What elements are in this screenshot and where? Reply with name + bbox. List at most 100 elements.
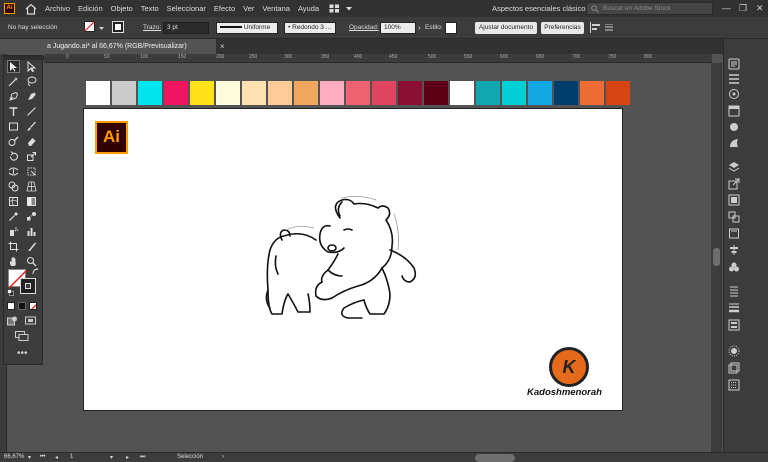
color-swatch[interactable] bbox=[86, 81, 110, 105]
width-tool[interactable] bbox=[8, 166, 19, 177]
color-swatch[interactable] bbox=[554, 81, 578, 105]
image-trace-icon[interactable] bbox=[728, 362, 740, 374]
appearance-icon[interactable] bbox=[728, 285, 740, 297]
pen-tool[interactable] bbox=[8, 91, 19, 102]
zoom-dropdown-icon[interactable]: ▾ bbox=[28, 454, 31, 461]
horizontal-scroll-thumb[interactable] bbox=[475, 454, 515, 462]
menu-seleccionar[interactable]: Seleccionar bbox=[167, 4, 206, 13]
export-icon[interactable] bbox=[728, 178, 740, 190]
zoom-level[interactable]: 66,67% bbox=[4, 454, 24, 460]
align-panel-icon[interactable] bbox=[728, 244, 740, 256]
color-swatch[interactable] bbox=[398, 81, 422, 105]
screen-mode-icon[interactable] bbox=[25, 316, 38, 326]
menu-efecto[interactable]: Efecto bbox=[214, 4, 235, 13]
align-icon[interactable] bbox=[590, 22, 602, 33]
edit-toolbar-icon[interactable]: ••• bbox=[17, 348, 28, 359]
menu-ventana[interactable]: Ventana bbox=[262, 4, 290, 13]
color-swatch[interactable] bbox=[580, 81, 604, 105]
preferences-button[interactable]: Preferencias bbox=[541, 22, 584, 34]
lasso-tool[interactable] bbox=[26, 76, 37, 87]
free-transform-tool[interactable] bbox=[26, 166, 37, 177]
vertical-scroll-thumb[interactable] bbox=[713, 248, 720, 266]
color-swatch[interactable] bbox=[138, 81, 162, 105]
color-swatch[interactable] bbox=[268, 81, 292, 105]
menu-ver[interactable]: Ver bbox=[243, 4, 254, 13]
color-swatch[interactable] bbox=[424, 81, 448, 105]
minimize-button[interactable]: — bbox=[722, 3, 731, 13]
workspace-switcher[interactable]: Aspectos esenciales clásicos ▾ bbox=[492, 2, 592, 26]
color-swatch[interactable] bbox=[294, 81, 318, 105]
arrange-documents-icon[interactable] bbox=[329, 4, 340, 13]
vertical-scrollbar[interactable] bbox=[711, 63, 722, 452]
stroke-label[interactable]: Trazo: bbox=[143, 22, 161, 34]
status-menu-icon[interactable]: › bbox=[222, 454, 224, 460]
column-graph-tool[interactable] bbox=[26, 226, 37, 237]
horizontal-ruler[interactable]: 0 50 100 150 200 250 300 350 400 450 500… bbox=[44, 54, 712, 63]
color-swatch[interactable] bbox=[476, 81, 500, 105]
graphic-style-swatch[interactable] bbox=[445, 22, 457, 34]
color-guide-icon[interactable] bbox=[728, 73, 740, 85]
curvature-tool[interactable] bbox=[26, 91, 37, 102]
close-window-button[interactable]: ✕ bbox=[756, 3, 764, 14]
artboards-icon[interactable] bbox=[728, 227, 740, 239]
opacity-label[interactable]: Opacidad: bbox=[349, 22, 379, 34]
fill-none-swatch[interactable] bbox=[84, 21, 98, 34]
document-setup-button[interactable]: Ajustar documento bbox=[475, 22, 537, 34]
graphic-styles-icon[interactable] bbox=[728, 261, 740, 273]
toolbar-grip[interactable] bbox=[4, 56, 44, 60]
none-mode-icon[interactable] bbox=[29, 302, 37, 310]
document-info-icon[interactable] bbox=[728, 319, 740, 331]
panel-menu-icon[interactable] bbox=[605, 24, 613, 31]
layers-icon[interactable] bbox=[728, 161, 740, 173]
mesh-tool[interactable] bbox=[8, 196, 19, 207]
color-swatch[interactable] bbox=[528, 81, 552, 105]
stock-search-input[interactable]: Buscar en Adobe Stock bbox=[586, 2, 713, 15]
color-swatch[interactable] bbox=[346, 81, 370, 105]
artboard-dropdown-icon[interactable]: ▾ bbox=[110, 454, 113, 461]
opacity-arrow-icon[interactable]: › bbox=[418, 22, 421, 34]
direct-selection-tool[interactable] bbox=[26, 61, 37, 73]
color-swatch[interactable] bbox=[450, 81, 474, 105]
last-artboard-button[interactable]: ⏭ bbox=[140, 454, 145, 461]
brushes-icon[interactable] bbox=[728, 121, 740, 133]
type-tool[interactable] bbox=[8, 106, 19, 117]
symbol-sprayer-tool[interactable] bbox=[8, 226, 19, 237]
pathfinder-icon[interactable] bbox=[728, 211, 740, 223]
rotate-tool[interactable] bbox=[8, 151, 19, 162]
line-segment-tool[interactable] bbox=[26, 106, 37, 117]
symbols-icon[interactable] bbox=[728, 137, 740, 149]
draw-normal-icon[interactable] bbox=[7, 316, 18, 326]
selection-tool[interactable] bbox=[7, 60, 20, 73]
menu-ayuda[interactable]: Ayuda bbox=[298, 4, 319, 13]
color-swatch[interactable] bbox=[112, 81, 136, 105]
menu-objeto[interactable]: Objeto bbox=[111, 4, 133, 13]
opacity-field[interactable]: 100% bbox=[380, 22, 416, 34]
tab-close-button[interactable]: × bbox=[220, 39, 225, 54]
eyedropper-tool[interactable] bbox=[8, 211, 19, 222]
sun-icon[interactable] bbox=[728, 345, 740, 357]
color-swatch[interactable] bbox=[242, 81, 266, 105]
perspective-grid-tool[interactable] bbox=[26, 181, 37, 192]
next-artboard-button[interactable]: ▸ bbox=[126, 454, 129, 461]
blend-tool[interactable] bbox=[26, 211, 37, 222]
paintbrush-tool[interactable] bbox=[26, 121, 37, 132]
color-swatch[interactable] bbox=[606, 81, 630, 105]
change-screen-mode-icon[interactable] bbox=[15, 331, 29, 341]
swatches-icon[interactable] bbox=[728, 105, 740, 117]
artboard-number[interactable]: 1 bbox=[70, 454, 73, 460]
asset-export-icon[interactable] bbox=[728, 379, 740, 391]
eraser-tool[interactable] bbox=[26, 136, 37, 147]
color-swatch[interactable] bbox=[190, 81, 214, 105]
color-swatch[interactable] bbox=[502, 81, 526, 105]
rectangle-tool[interactable] bbox=[8, 121, 19, 132]
transparency-icon[interactable] bbox=[728, 194, 740, 206]
shape-builder-tool[interactable] bbox=[8, 181, 19, 192]
scale-tool[interactable] bbox=[26, 151, 37, 162]
chevron-down-icon[interactable] bbox=[346, 6, 353, 11]
color-swatch[interactable] bbox=[216, 81, 240, 105]
color-mode-icon[interactable] bbox=[7, 302, 15, 310]
menu-archivo[interactable]: Archivo bbox=[45, 4, 70, 13]
hand-tool[interactable] bbox=[8, 256, 19, 267]
slice-tool[interactable] bbox=[26, 241, 37, 252]
fill-dropdown-icon[interactable] bbox=[99, 27, 104, 30]
